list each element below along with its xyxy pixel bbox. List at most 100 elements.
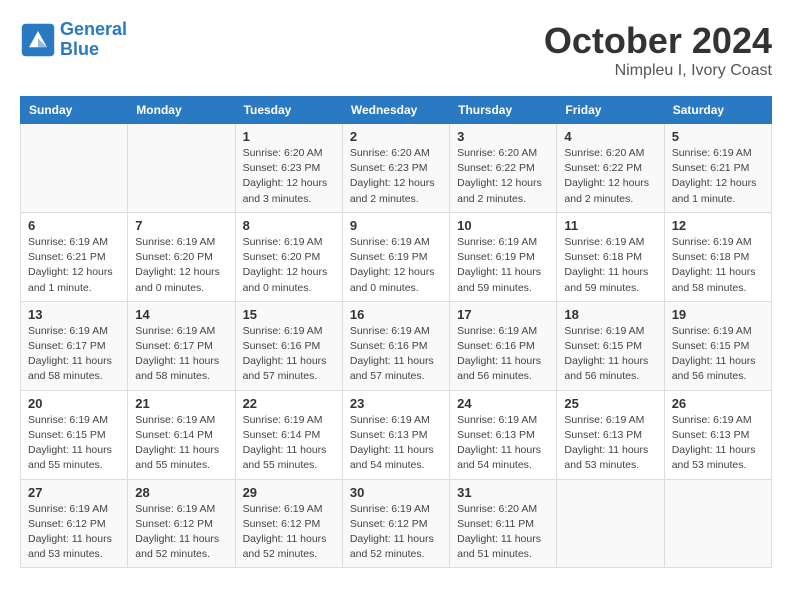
calendar-cell: 19 Sunrise: 6:19 AM Sunset: 6:15 PM Dayli… [664, 301, 771, 390]
day-number: 12 [672, 218, 764, 233]
day-detail: Sunrise: 6:19 AM Sunset: 6:12 PM Dayligh… [243, 502, 335, 563]
calendar-cell: 20 Sunrise: 6:19 AM Sunset: 6:15 PM Dayli… [21, 390, 128, 479]
calendar-cell [128, 124, 235, 213]
day-number: 11 [564, 218, 656, 233]
calendar-cell: 7 Sunrise: 6:19 AM Sunset: 6:20 PM Daylig… [128, 212, 235, 301]
title-block: October 2024 Nimpleu I, Ivory Coast [544, 20, 772, 80]
calendar-cell: 13 Sunrise: 6:19 AM Sunset: 6:17 PM Dayli… [21, 301, 128, 390]
calendar-cell: 3 Sunrise: 6:20 AM Sunset: 6:22 PM Daylig… [450, 124, 557, 213]
calendar-cell: 17Sunrise: 6:19 AM Sunset: 6:16 PM Dayli… [450, 301, 557, 390]
day-detail: Sunrise: 6:20 AM Sunset: 6:22 PM Dayligh… [564, 146, 656, 207]
day-number: 16 [350, 307, 442, 322]
day-number: 9 [350, 218, 442, 233]
day-detail: Sunrise: 6:19 AM Sunset: 6:18 PM Dayligh… [564, 235, 656, 296]
day-number: 14 [135, 307, 227, 322]
calendar-cell: 4 Sunrise: 6:20 AM Sunset: 6:22 PM Daylig… [557, 124, 664, 213]
calendar-cell: 21 Sunrise: 6:19 AM Sunset: 6:14 PM Dayli… [128, 390, 235, 479]
day-detail: Sunrise: 6:20 AM Sunset: 6:23 PM Dayligh… [350, 146, 442, 207]
calendar-row-4: 20 Sunrise: 6:19 AM Sunset: 6:15 PM Dayli… [21, 390, 772, 479]
calendar-cell: 6 Sunrise: 6:19 AM Sunset: 6:21 PM Daylig… [21, 212, 128, 301]
calendar-body: 1 Sunrise: 6:20 AM Sunset: 6:23 PM Daylig… [21, 124, 772, 568]
day-number: 28 [135, 485, 227, 500]
header-thursday: Thursday [450, 97, 557, 124]
header-monday: Monday [128, 97, 235, 124]
day-number: 30 [350, 485, 442, 500]
day-detail: Sunrise: 6:19 AM Sunset: 6:15 PM Dayligh… [672, 324, 764, 385]
day-number: 27 [28, 485, 120, 500]
day-number: 3 [457, 129, 549, 144]
logo-icon [20, 22, 56, 58]
calendar-header: SundayMondayTuesdayWednesdayThursdayFrid… [21, 97, 772, 124]
calendar-cell: 23Sunrise: 6:19 AM Sunset: 6:13 PM Dayli… [342, 390, 449, 479]
day-detail: Sunrise: 6:19 AM Sunset: 6:16 PM Dayligh… [350, 324, 442, 385]
calendar-cell: 15Sunrise: 6:19 AM Sunset: 6:16 PM Dayli… [235, 301, 342, 390]
day-number: 6 [28, 218, 120, 233]
day-detail: Sunrise: 6:20 AM Sunset: 6:22 PM Dayligh… [457, 146, 549, 207]
day-detail: Sunrise: 6:19 AM Sunset: 6:20 PM Dayligh… [135, 235, 227, 296]
day-detail: Sunrise: 6:20 AM Sunset: 6:23 PM Dayligh… [243, 146, 335, 207]
day-number: 26 [672, 396, 764, 411]
day-number: 22 [243, 396, 335, 411]
day-number: 25 [564, 396, 656, 411]
calendar-cell: 8Sunrise: 6:19 AM Sunset: 6:20 PM Daylig… [235, 212, 342, 301]
header-saturday: Saturday [664, 97, 771, 124]
page-subtitle: Nimpleu I, Ivory Coast [544, 62, 772, 80]
day-number: 4 [564, 129, 656, 144]
day-detail: Sunrise: 6:19 AM Sunset: 6:21 PM Dayligh… [28, 235, 120, 296]
day-detail: Sunrise: 6:19 AM Sunset: 6:12 PM Dayligh… [350, 502, 442, 563]
calendar-cell: 27 Sunrise: 6:19 AM Sunset: 6:12 PM Dayli… [21, 479, 128, 568]
calendar-cell: 18 Sunrise: 6:19 AM Sunset: 6:15 PM Dayli… [557, 301, 664, 390]
day-detail: Sunrise: 6:19 AM Sunset: 6:13 PM Dayligh… [672, 413, 764, 474]
header: General Blue October 2024 Nimpleu I, Ivo… [20, 20, 772, 80]
calendar-row-2: 6 Sunrise: 6:19 AM Sunset: 6:21 PM Daylig… [21, 212, 772, 301]
calendar-cell: 10 Sunrise: 6:19 AM Sunset: 6:19 PM Dayli… [450, 212, 557, 301]
day-number: 20 [28, 396, 120, 411]
header-row: SundayMondayTuesdayWednesdayThursdayFrid… [21, 97, 772, 124]
day-number: 5 [672, 129, 764, 144]
day-number: 19 [672, 307, 764, 322]
calendar-row-1: 1 Sunrise: 6:20 AM Sunset: 6:23 PM Daylig… [21, 124, 772, 213]
day-number: 18 [564, 307, 656, 322]
day-detail: Sunrise: 6:19 AM Sunset: 6:12 PM Dayligh… [135, 502, 227, 563]
day-number: 2 [350, 129, 442, 144]
calendar-cell [557, 479, 664, 568]
calendar-cell: 14 Sunrise: 6:19 AM Sunset: 6:17 PM Dayli… [128, 301, 235, 390]
day-detail: Sunrise: 6:19 AM Sunset: 6:12 PM Dayligh… [28, 502, 120, 563]
calendar-cell [21, 124, 128, 213]
day-detail: Sunrise: 6:19 AM Sunset: 6:19 PM Dayligh… [350, 235, 442, 296]
header-tuesday: Tuesday [235, 97, 342, 124]
calendar-cell: 29 Sunrise: 6:19 AM Sunset: 6:12 PM Dayli… [235, 479, 342, 568]
header-friday: Friday [557, 97, 664, 124]
day-number: 13 [28, 307, 120, 322]
day-number: 23 [350, 396, 442, 411]
day-detail: Sunrise: 6:19 AM Sunset: 6:13 PM Dayligh… [457, 413, 549, 474]
day-detail: Sunrise: 6:19 AM Sunset: 6:15 PM Dayligh… [28, 413, 120, 474]
calendar-cell: 24Sunrise: 6:19 AM Sunset: 6:13 PM Dayli… [450, 390, 557, 479]
day-detail: Sunrise: 6:19 AM Sunset: 6:14 PM Dayligh… [243, 413, 335, 474]
day-detail: Sunrise: 6:19 AM Sunset: 6:17 PM Dayligh… [135, 324, 227, 385]
calendar-cell: 2 Sunrise: 6:20 AM Sunset: 6:23 PM Daylig… [342, 124, 449, 213]
calendar-cell: 1 Sunrise: 6:20 AM Sunset: 6:23 PM Daylig… [235, 124, 342, 213]
calendar-cell: 12Sunrise: 6:19 AM Sunset: 6:18 PM Dayli… [664, 212, 771, 301]
day-number: 10 [457, 218, 549, 233]
logo: General Blue [20, 20, 127, 60]
day-number: 21 [135, 396, 227, 411]
day-number: 7 [135, 218, 227, 233]
calendar-table: SundayMondayTuesdayWednesdayThursdayFrid… [20, 96, 772, 568]
day-number: 31 [457, 485, 549, 500]
day-detail: Sunrise: 6:19 AM Sunset: 6:14 PM Dayligh… [135, 413, 227, 474]
header-wednesday: Wednesday [342, 97, 449, 124]
day-detail: Sunrise: 6:19 AM Sunset: 6:15 PM Dayligh… [564, 324, 656, 385]
day-number: 1 [243, 129, 335, 144]
day-number: 29 [243, 485, 335, 500]
calendar-cell: 16 Sunrise: 6:19 AM Sunset: 6:16 PM Dayli… [342, 301, 449, 390]
calendar-row-5: 27 Sunrise: 6:19 AM Sunset: 6:12 PM Dayli… [21, 479, 772, 568]
calendar-cell: 5Sunrise: 6:19 AM Sunset: 6:21 PM Daylig… [664, 124, 771, 213]
day-detail: Sunrise: 6:19 AM Sunset: 6:19 PM Dayligh… [457, 235, 549, 296]
day-detail: Sunrise: 6:19 AM Sunset: 6:17 PM Dayligh… [28, 324, 120, 385]
logo-general: General [60, 19, 127, 39]
calendar-cell: 11 Sunrise: 6:19 AM Sunset: 6:18 PM Dayli… [557, 212, 664, 301]
calendar-cell [664, 479, 771, 568]
calendar-cell: 30 Sunrise: 6:19 AM Sunset: 6:12 PM Dayli… [342, 479, 449, 568]
calendar-cell: 26 Sunrise: 6:19 AM Sunset: 6:13 PM Dayli… [664, 390, 771, 479]
